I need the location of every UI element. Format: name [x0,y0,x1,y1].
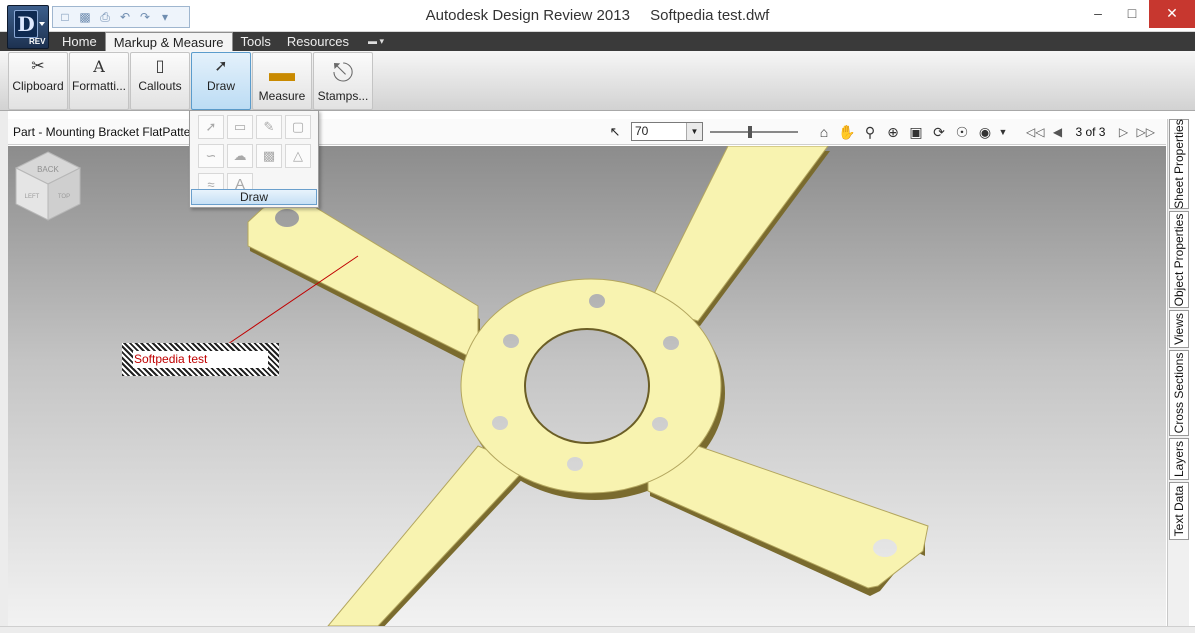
app-logo-icon: D [14,10,38,38]
viewcube-left-label: LEFT [25,194,40,200]
tab-views-label: Views [1172,313,1186,345]
part-drawing [227,146,929,626]
stamp-icon: ⎋ [332,57,354,87]
pan-hand-icon[interactable]: ✋ [837,122,857,142]
viewcube-back-label: BACK [37,165,59,174]
page-navigator: ◁◁ ◀ 3 of 3 ▷ ▷▷ [1026,122,1155,142]
tab-sheet-properties-label: Sheet Properties [1172,119,1186,209]
tab-layers[interactable]: Layers [1169,438,1189,480]
window-title: Autodesk Design Review 2013 Softpedia te… [0,7,1195,24]
pen-tool-icon[interactable]: ✎ [256,115,282,139]
bottom-frame [0,626,1195,633]
document-name: Part - Mounting Bracket FlatPattern [13,125,202,139]
tab-layers-label: Layers [1172,440,1186,478]
formatting-icon: A [93,57,105,76]
tab-cross-sections-label: Cross Sections [1172,352,1186,434]
home-icon[interactable]: ⌂ [814,122,834,142]
callouts-button[interactable]: ▯ Callouts [130,52,190,110]
zoom-select[interactable]: 70 ▼ [631,122,703,141]
zoom-icon[interactable]: ⚲ [860,122,880,142]
maximize-button[interactable]: □ [1115,0,1149,28]
ribbon-options-icon[interactable]: ▬ ▾ [368,36,394,47]
close-button[interactable]: ✕ [1149,0,1195,28]
callout-icon: ▯ [155,58,165,75]
ribbon-panel: ✂ Clipboard A Formatti... ▯ Callouts ➚ D… [0,51,1195,111]
ribbon-tab-bar: Home Markup & Measure Tools Resources ▬ … [0,32,1195,51]
slider-track [710,131,798,133]
polyline-tool-icon[interactable]: ∽ [198,144,224,168]
view-options-dropdown-icon[interactable]: ▼ [998,122,1008,142]
turntable-icon[interactable]: ☉ [952,122,972,142]
viewcube[interactable]: BACK LEFT TOP [8,146,88,226]
scissors-icon: ✂ [31,58,45,75]
formatting-label: Formatti... [71,79,126,93]
tab-text-data-label: Text Data [1172,485,1186,537]
viewcube-top-label: TOP [58,194,70,200]
clipboard-label: Clipboard [12,79,64,93]
shape-tool-icon[interactable]: ▩ [256,144,282,168]
application-menu-button[interactable]: D REV [7,5,49,49]
callouts-label: Callouts [138,79,182,93]
draw-tools-grid: ➚ ▭ ✎ ▢ ∽ ☁ ▩ △ ≈ A [198,115,311,199]
slider-thumb[interactable] [748,126,752,138]
draw-line-icon: ➚ [214,58,228,75]
stamps-label: Stamps... [317,89,369,103]
draw-button[interactable]: ➚ Draw [191,52,251,110]
draw-panel-footer: Draw [191,189,317,205]
app-button-label: REV [29,37,46,46]
view-options-icon[interactable]: ◉ [975,122,995,142]
draw-label: Draw [206,79,235,93]
minimize-button[interactable]: – [1081,0,1115,28]
ruler-icon: ▬ [269,57,295,87]
previous-page-icon[interactable]: ◀ [1050,122,1064,142]
app-menu-arrow-icon [39,22,45,26]
line-tool-icon[interactable]: ➚ [198,115,224,139]
formatting-button[interactable]: A Formatti... [69,52,129,110]
zoom-slider[interactable] [710,126,798,138]
tab-home[interactable]: Home [54,32,105,51]
tab-markup-measure[interactable]: Markup & Measure [104,32,233,51]
chevron-down-icon[interactable]: ▼ [686,123,702,140]
app-title: Autodesk Design Review 2013 [425,7,630,24]
tab-object-properties[interactable]: Object Properties [1169,211,1189,308]
measure-button[interactable]: ▬ Measure [252,52,312,110]
document-title: Softpedia test.dwf [650,7,770,24]
rectangle-tool-icon[interactable]: ▭ [227,115,253,139]
tab-sheet-properties[interactable]: Sheet Properties [1169,119,1189,209]
drawing-canvas[interactable]: Softpedia test BACK LEFT TOP [8,146,1166,626]
next-page-icon[interactable]: ▷ [1116,122,1130,142]
select-pointer-icon[interactable]: ↖ [606,123,624,141]
left-frame [0,111,8,627]
zoom-value: 70 [635,124,649,138]
tab-views[interactable]: Views [1169,310,1189,348]
navigation-tools: ⌂ ✋ ⚲ ⊕ ▣ ⟳ ☉ ◉ ▼ [814,122,1008,142]
page-counter: 3 of 3 [1075,125,1106,139]
stamps-button[interactable]: ⎋ Stamps... [313,52,373,110]
side-panel-tabs: Sheet Properties Object Properties Views… [1167,119,1189,629]
measure-label: Measure [258,89,306,103]
zoom-rectangle-icon[interactable]: ⊕ [883,122,903,142]
markup-text: Softpedia test [133,351,268,368]
orbit-icon[interactable]: ⟳ [929,122,949,142]
tab-resources[interactable]: Resources [279,32,357,51]
clipboard-button[interactable]: ✂ Clipboard [8,52,68,110]
tab-cross-sections[interactable]: Cross Sections [1169,350,1189,436]
polygon-cloud-tool-icon[interactable]: △ [285,144,311,168]
window-controls: – □ ✕ [1081,0,1195,28]
first-page-icon[interactable]: ◁◁ [1026,122,1044,142]
last-page-icon[interactable]: ▷▷ [1136,122,1154,142]
markup-callout[interactable]: Softpedia test [122,343,279,376]
cloud-tool-icon[interactable]: ☁ [227,144,253,168]
draw-dropdown-panel: ➚ ▭ ✎ ▢ ∽ ☁ ▩ △ ≈ A Draw [189,110,319,208]
fit-to-window-icon[interactable]: ▣ [906,122,926,142]
navigation-toolbar: Part - Mounting Bracket FlatPattern ↖ 70… [8,119,1166,145]
title-bar: □ ▩ ⎙ ↶ ↷ ▾ Autodesk Design Review 2013 … [0,0,1195,32]
tab-object-properties-label: Object Properties [1172,213,1186,306]
rounded-rect-tool-icon[interactable]: ▢ [285,115,311,139]
tab-text-data[interactable]: Text Data [1169,482,1189,540]
tab-tools[interactable]: Tools [233,32,279,51]
